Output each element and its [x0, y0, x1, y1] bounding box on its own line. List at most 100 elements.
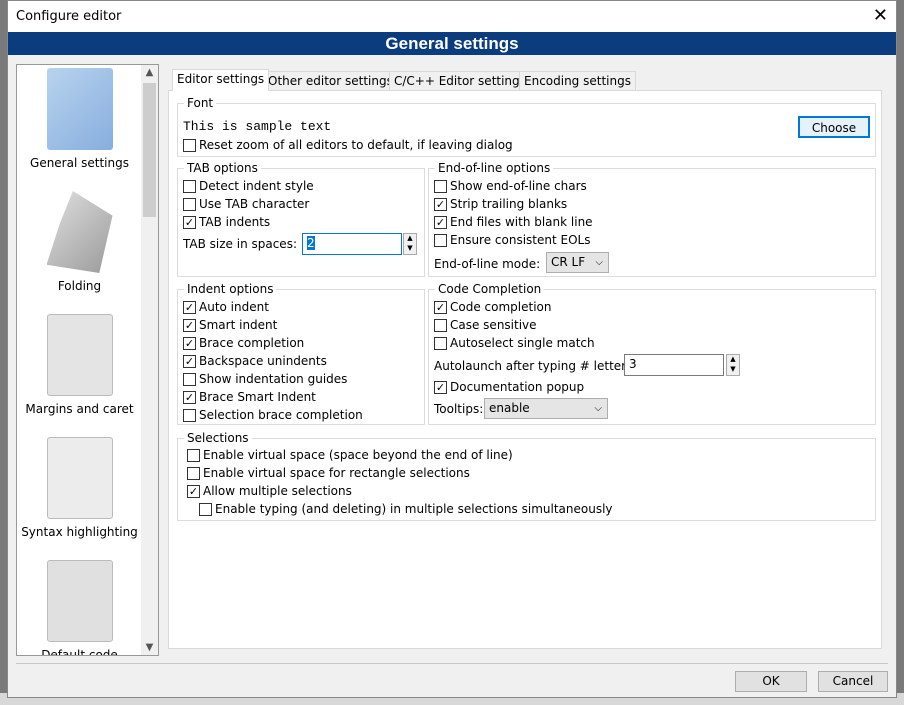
tab-encoding-settings[interactable]: Encoding settings — [519, 71, 636, 91]
tab-other-editor-settings[interactable]: Other editor settings — [263, 71, 398, 91]
checkbox-unchecked-icon[interactable] — [183, 372, 196, 386]
sidebar-item-syntax-highlighting[interactable]: Syntax highlighting — [17, 437, 142, 539]
checkbox-ensure-consistent-eols[interactable]: Ensure consistent EOLs — [434, 233, 590, 247]
checkbox-unchecked-icon[interactable] — [434, 233, 447, 247]
tooltips-select[interactable]: enable ⌵ — [484, 398, 608, 419]
checkbox-label: TAB indents — [199, 215, 271, 229]
checkbox-detect-indent-style[interactable]: Detect indent style — [183, 179, 314, 193]
sidebar-item-default-code[interactable]: Default code — [17, 560, 142, 656]
checkbox-checked-icon[interactable]: ✓ — [183, 354, 196, 368]
scroll-up-icon[interactable]: ▲ — [141, 67, 158, 78]
checkbox-label: Brace Smart Indent — [199, 390, 316, 404]
checkbox-allow-multiple-selections[interactable]: ✓ Allow multiple selections — [187, 484, 352, 498]
autolaunch-input[interactable]: 3 — [624, 354, 724, 376]
checkbox-use-tab-character[interactable]: Use TAB character — [183, 197, 309, 211]
sidebar-item-margins-and-caret[interactable]: Margins and caret — [17, 314, 142, 416]
sidebar-scrollbar[interactable]: ▲ ▼ — [141, 65, 158, 655]
close-icon[interactable]: ✕ — [873, 5, 888, 26]
checkbox-unchecked-icon[interactable] — [434, 336, 447, 350]
title-bar: Configure editor ✕ — [8, 1, 896, 32]
checkbox-checked-icon[interactable]: ✓ — [434, 380, 447, 394]
checkbox-code-completion[interactable]: ✓ Code completion — [434, 300, 551, 314]
checkbox-label: Smart indent — [199, 318, 278, 332]
checkbox-unchecked-icon[interactable] — [183, 138, 196, 152]
checkbox-unchecked-icon[interactable] — [183, 197, 196, 211]
font-group: Font This is sample text Reset zoom of a… — [177, 96, 876, 157]
checkbox-unchecked-icon[interactable] — [199, 502, 212, 516]
tab-cpp-editor-settings[interactable]: C/C++ Editor settings — [389, 71, 531, 91]
checkbox-enable-virtual-space-space-beyond-the-end-of-line[interactable]: Enable virtual space (space beyond the e… — [187, 448, 513, 462]
checkbox-label: Autoselect single match — [450, 336, 595, 350]
checkbox-label: Auto indent — [199, 300, 269, 314]
checkbox-checked-icon[interactable]: ✓ — [434, 300, 447, 314]
page-banner: General settings — [8, 32, 896, 55]
checkbox-unchecked-icon[interactable] — [434, 318, 447, 332]
checkbox-checked-icon[interactable]: ✓ — [187, 484, 200, 498]
checkbox-label: Ensure consistent EOLs — [450, 233, 591, 247]
checkbox-label: Selection brace completion — [199, 408, 363, 422]
editor-settings-panel: Font This is sample text Reset zoom of a… — [168, 90, 882, 649]
sidebar-item-label: Folding — [57, 279, 102, 293]
sidebar-item-general-settings[interactable]: General settings — [17, 68, 142, 170]
checkbox-enable-typing-and-deleting-in-multiple-selections-simultaneously[interactable]: Enable typing (and deleting) in multiple… — [199, 502, 613, 516]
sidebar-item-label: General settings — [30, 156, 129, 170]
checkbox-label: Allow multiple selections — [203, 484, 352, 498]
tab-size-spinner[interactable]: ▲ ▼ — [403, 233, 417, 255]
sidebar-item-folding[interactable]: Folding — [17, 191, 142, 293]
checkbox-checked-icon[interactable]: ✓ — [183, 336, 196, 350]
checkbox-unchecked-icon[interactable] — [187, 448, 200, 462]
checkbox-brace-completion[interactable]: ✓ Brace completion — [183, 336, 304, 350]
font-sample: This is sample text — [183, 119, 332, 134]
checkbox-unchecked-icon[interactable] — [183, 408, 196, 422]
checkbox-strip-trailing-blanks[interactable]: ✓ Strip trailing blanks — [434, 197, 567, 211]
checkbox-checked-icon[interactable]: ✓ — [434, 215, 447, 229]
scroll-down-icon[interactable]: ▼ — [141, 642, 158, 653]
checkbox-label: Documentation popup — [450, 380, 585, 394]
checkbox-show-indentation-guides[interactable]: Show indentation guides — [183, 372, 347, 386]
document-pencil-icon — [46, 68, 113, 150]
checkbox-tab-indents[interactable]: ✓ TAB indents — [183, 215, 270, 229]
checkbox-label: Backspace unindents — [199, 354, 327, 368]
checkbox-label: Case sensitive — [450, 318, 537, 332]
checkbox-checked-icon[interactable]: ✓ — [183, 318, 196, 332]
lightbulb-page-icon — [46, 437, 113, 519]
checkbox-unchecked-icon[interactable] — [187, 466, 200, 480]
documentation-popup-checkbox[interactable]: ✓ Documentation popup — [434, 380, 584, 394]
scrollbar-thumb[interactable] — [143, 83, 156, 217]
checkbox-selection-brace-completion[interactable]: Selection brace completion — [183, 408, 363, 422]
checkbox-brace-smart-indent[interactable]: ✓ Brace Smart Indent — [183, 390, 316, 404]
ok-button[interactable]: OK — [735, 671, 807, 692]
checkbox-checked-icon[interactable]: ✓ — [183, 215, 196, 229]
autolaunch-label: Autolaunch after typing # letters: — [434, 359, 637, 373]
eol-mode-select[interactable]: CR LF ⌵ — [546, 252, 609, 273]
checkbox-autoselect-single-match[interactable]: Autoselect single match — [434, 336, 595, 350]
checkbox-auto-indent[interactable]: ✓ Auto indent — [183, 300, 269, 314]
choose-font-button[interactable]: Choose — [798, 116, 870, 138]
checkbox-unchecked-icon[interactable] — [434, 179, 447, 193]
checkbox-case-sensitive[interactable]: Case sensitive — [434, 318, 537, 332]
checkbox-checked-icon[interactable]: ✓ — [183, 390, 196, 404]
indent-options-group: Indent options ✓ Auto indent ✓ Smart indent… — [177, 282, 425, 425]
sidebar-item-label: Default code — [41, 648, 118, 656]
chevron-down-icon: ⌵ — [594, 403, 602, 414]
checkbox-checked-icon[interactable]: ✓ — [434, 197, 447, 211]
tab-editor-settings[interactable]: Editor settings — [172, 69, 270, 91]
checkbox-enable-virtual-space-for-rectangle-selections[interactable]: Enable virtual space for rectangle selec… — [187, 466, 470, 480]
checkbox-backspace-unindents[interactable]: ✓ Backspace unindents — [183, 354, 327, 368]
group-label: Indent options — [184, 282, 277, 296]
tab-size-label: TAB size in spaces: — [183, 237, 297, 251]
autolaunch-spinner[interactable]: ▲ ▼ — [726, 354, 740, 376]
checkbox-unchecked-icon[interactable] — [183, 179, 196, 193]
tab-size-input[interactable]: 2 — [302, 233, 402, 255]
reset-zoom-checkbox[interactable]: Reset zoom of all editors to default, if… — [183, 138, 513, 152]
checkbox-smart-indent[interactable]: ✓ Smart indent — [183, 318, 277, 332]
tab-options-group: TAB options TAB size in spaces: 2 ▲ ▼ Det… — [177, 161, 425, 277]
checkbox-checked-icon[interactable]: ✓ — [183, 300, 196, 314]
checkbox-end-files-with-blank-line[interactable]: ✓ End files with blank line — [434, 215, 593, 229]
tooltips-label: Tooltips: — [434, 402, 484, 416]
eol-mode-label: End-of-line mode: — [434, 257, 541, 271]
cancel-button[interactable]: Cancel — [818, 671, 888, 692]
group-label: Selections — [184, 431, 252, 445]
checkbox-label: Strip trailing blanks — [450, 197, 568, 211]
checkbox-show-end-of-line-chars[interactable]: Show end-of-line chars — [434, 179, 587, 193]
